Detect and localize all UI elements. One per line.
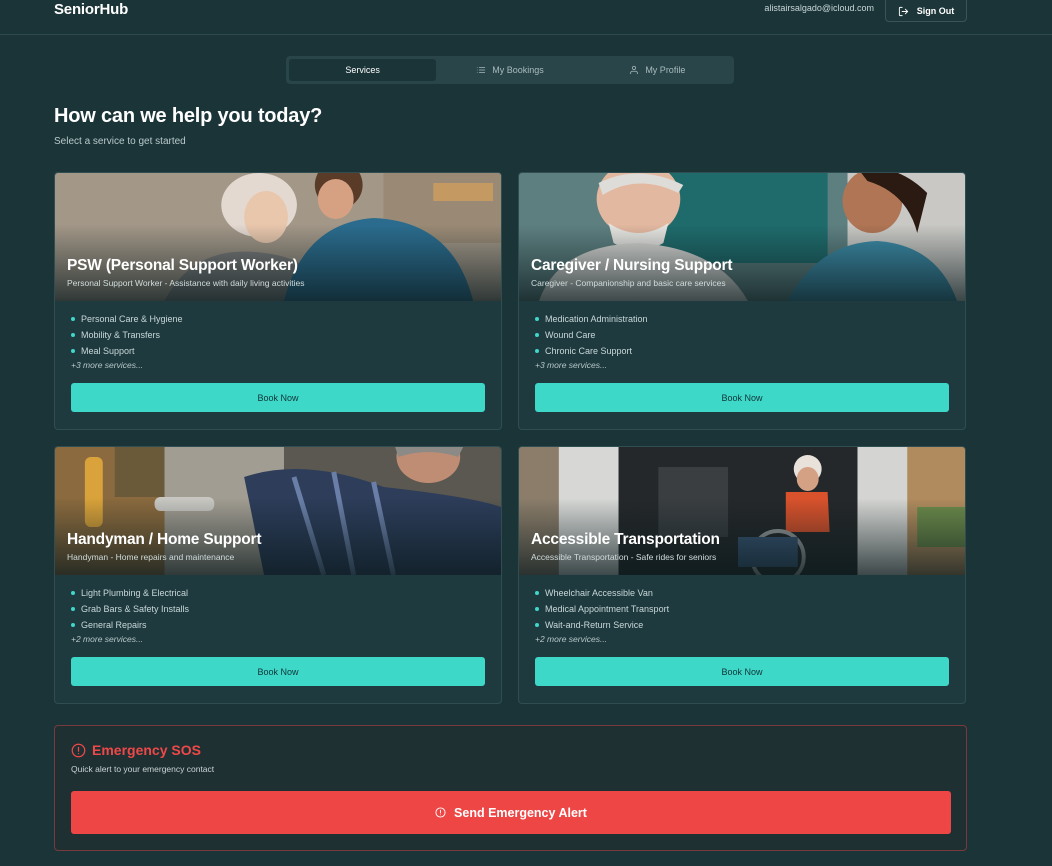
book-now-button[interactable]: Book Now — [535, 383, 949, 412]
service-title: Accessible Transportation — [531, 531, 720, 548]
list-item: Wound Care — [535, 327, 648, 343]
more-services-text: +3 more services... — [71, 360, 144, 370]
service-card-psw: PSW (Personal Support Worker) Personal S… — [54, 172, 502, 430]
user-email: alistairsalgado@icloud.com — [764, 3, 874, 13]
more-services-text: +3 more services... — [535, 360, 608, 370]
top-bar: SeniorHub alistairsalgado@icloud.com Sig… — [0, 0, 1052, 35]
tab-services[interactable]: Services — [289, 59, 437, 81]
more-services-text: +2 more services... — [535, 634, 608, 644]
service-item-label: Mobility & Transfers — [81, 330, 161, 340]
bullet-icon — [71, 623, 75, 627]
service-card-caregiver: Caregiver / Nursing Support Caregiver - … — [518, 172, 966, 430]
sign-out-label: Sign Out — [916, 6, 955, 16]
emergency-title-label: Emergency SOS — [92, 742, 201, 758]
book-now-button[interactable]: Book Now — [71, 657, 485, 686]
book-now-button[interactable]: Book Now — [71, 383, 485, 412]
service-item-label: Medical Appointment Transport — [545, 604, 670, 614]
bullet-icon — [535, 591, 539, 595]
list-icon — [477, 67, 486, 73]
tab-my-profile-label: My Profile — [645, 65, 686, 75]
service-list: Medication Administration Wound Care Chr… — [535, 311, 648, 359]
list-item: Mobility & Transfers — [71, 327, 183, 343]
list-item: Grab Bars & Safety Installs — [71, 601, 189, 617]
alert-circle-icon — [435, 807, 446, 818]
service-card-handyman: Handyman / Home Support Handyman - Home … — [54, 446, 502, 704]
list-item: Wait-and-Return Service — [535, 617, 669, 633]
service-hero-image: Accessible Transportation Accessible Tra… — [519, 447, 965, 575]
main-tabs: Services My Bookings My Profile — [286, 56, 734, 84]
service-item-label: Wheelchair Accessible Van — [545, 588, 653, 598]
service-description: Handyman - Home repairs and maintenance — [67, 552, 235, 562]
list-item: General Repairs — [71, 617, 189, 633]
service-hero-image: PSW (Personal Support Worker) Personal S… — [55, 173, 501, 301]
tab-my-profile[interactable]: My Profile — [584, 59, 731, 81]
service-title: PSW (Personal Support Worker) — [67, 257, 298, 274]
service-title: Handyman / Home Support — [67, 531, 262, 548]
service-item-label: Wound Care — [545, 330, 596, 340]
bullet-icon — [71, 333, 75, 337]
service-item-label: Personal Care & Hygiene — [81, 314, 183, 324]
service-hero-image: Handyman / Home Support Handyman - Home … — [55, 447, 501, 575]
list-item: Meal Support — [71, 343, 183, 359]
bullet-icon — [71, 317, 75, 321]
service-item-label: Light Plumbing & Electrical — [81, 588, 189, 598]
list-item: Chronic Care Support — [535, 343, 648, 359]
service-item-label: General Repairs — [81, 620, 147, 630]
bullet-icon — [71, 607, 75, 611]
service-description: Accessible Transportation - Safe rides f… — [531, 552, 717, 562]
bullet-icon — [71, 591, 75, 595]
service-item-label: Grab Bars & Safety Installs — [81, 604, 190, 614]
send-emergency-alert-label: Send Emergency Alert — [454, 805, 587, 820]
sign-out-button[interactable]: Sign Out — [885, 0, 967, 22]
book-now-button[interactable]: Book Now — [535, 657, 949, 686]
app-logo[interactable]: SeniorHub — [54, 0, 128, 19]
tab-services-label: Services — [345, 65, 380, 75]
emergency-subtitle: Quick alert to your emergency contact — [71, 764, 215, 774]
user-icon — [630, 65, 639, 75]
emergency-sos-panel: Emergency SOS Quick alert to your emerge… — [54, 725, 967, 851]
tab-my-bookings[interactable]: My Bookings — [436, 59, 583, 81]
list-item: Medication Administration — [535, 311, 648, 327]
bullet-icon — [535, 349, 539, 353]
list-item: Medical Appointment Transport — [535, 601, 669, 617]
page-title: How can we help you today? — [54, 105, 323, 127]
more-services-text: +2 more services... — [71, 634, 144, 644]
tab-my-bookings-label: My Bookings — [492, 65, 544, 75]
bullet-icon — [71, 349, 75, 353]
list-item: Light Plumbing & Electrical — [71, 585, 189, 601]
service-item-label: Wait-and-Return Service — [545, 620, 644, 630]
service-list: Personal Care & Hygiene Mobility & Trans… — [71, 311, 183, 359]
service-hero-image: Caregiver / Nursing Support Caregiver - … — [519, 173, 965, 301]
service-description: Caregiver - Companionship and basic care… — [531, 278, 726, 288]
service-title: Caregiver / Nursing Support — [531, 257, 733, 274]
logout-icon — [898, 6, 908, 16]
send-emergency-alert-button[interactable]: Send Emergency Alert — [71, 791, 951, 834]
service-item-label: Meal Support — [81, 346, 135, 356]
bullet-icon — [535, 317, 539, 321]
service-item-label: Medication Administration — [545, 314, 648, 324]
emergency-title: Emergency SOS — [71, 742, 201, 758]
list-item: Wheelchair Accessible Van — [535, 585, 669, 601]
bullet-icon — [535, 623, 539, 627]
service-description: Personal Support Worker - Assistance wit… — [67, 278, 305, 288]
service-list: Wheelchair Accessible Van Medical Appoin… — [535, 585, 669, 633]
bullet-icon — [535, 607, 539, 611]
service-item-label: Chronic Care Support — [545, 346, 633, 356]
bullet-icon — [535, 333, 539, 337]
page-subtitle: Select a service to get started — [54, 136, 186, 147]
alert-circle-icon — [71, 743, 86, 757]
service-list: Light Plumbing & Electrical Grab Bars & … — [71, 585, 189, 633]
service-card-transportation: Accessible Transportation Accessible Tra… — [518, 446, 966, 704]
list-item: Personal Care & Hygiene — [71, 311, 183, 327]
